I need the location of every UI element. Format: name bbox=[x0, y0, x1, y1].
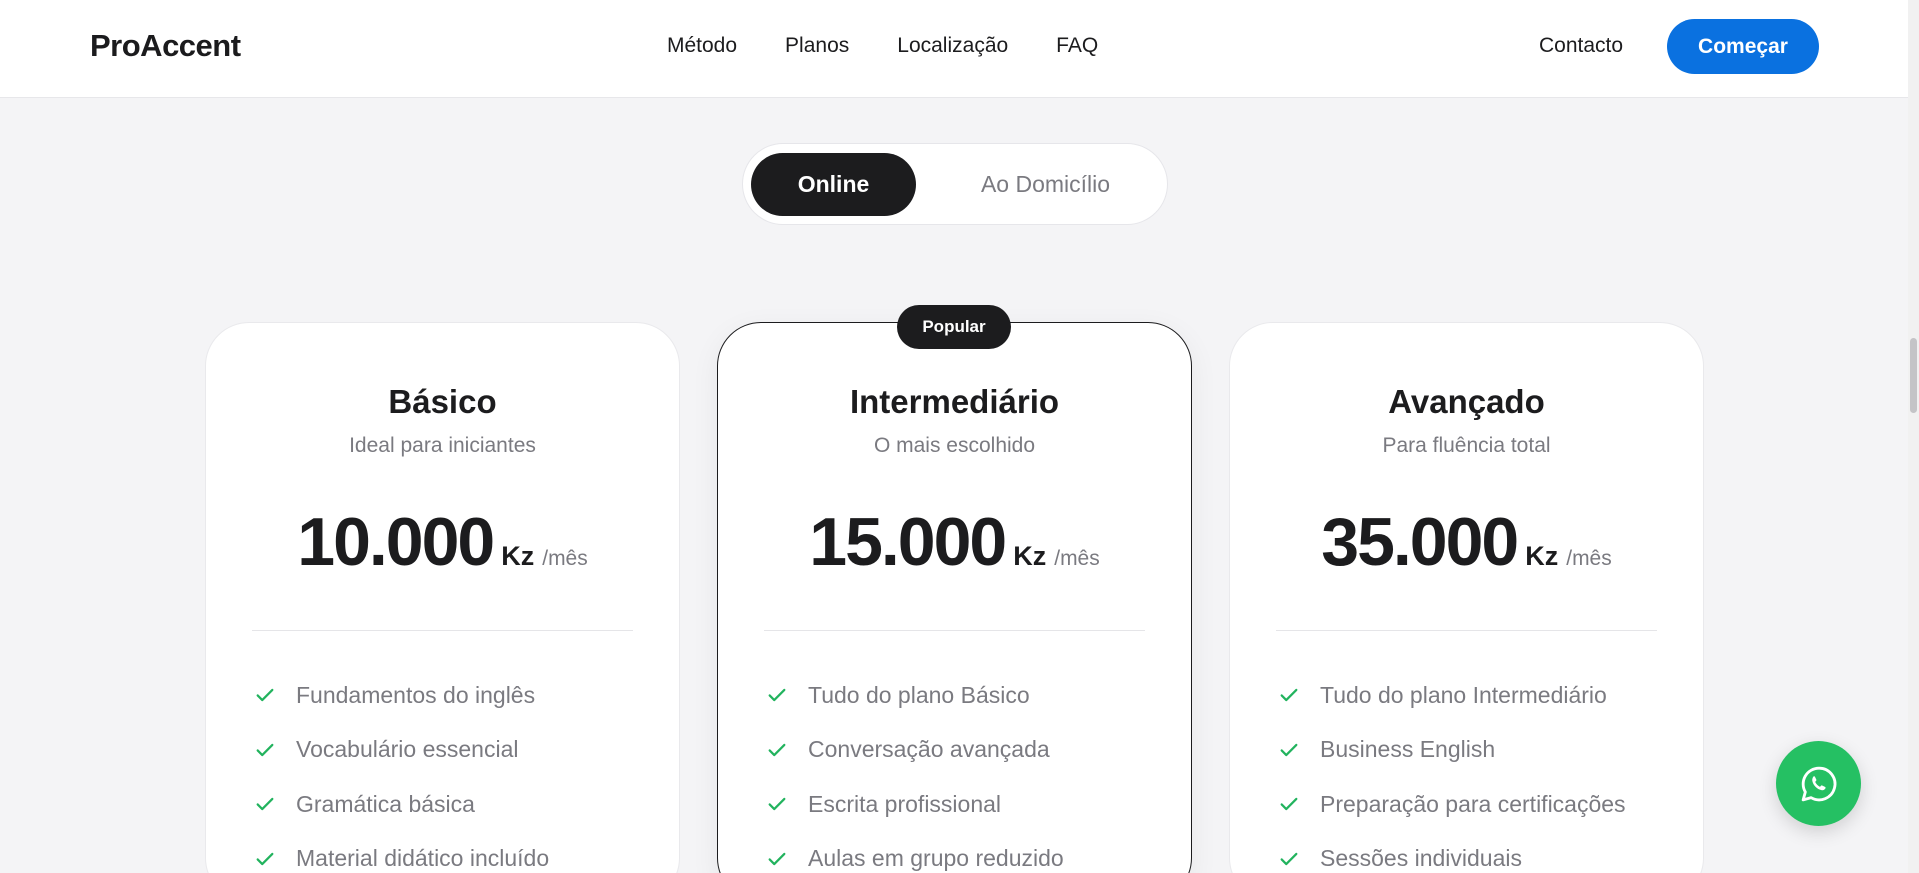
feature-label: Preparação para certificações bbox=[1320, 790, 1626, 817]
nav-link-localizacao[interactable]: Localização bbox=[897, 34, 1008, 58]
divider bbox=[252, 630, 633, 631]
toggle-option-online[interactable]: Online bbox=[751, 153, 916, 216]
feature-list: Fundamentos do inglês Vocabulário essenc… bbox=[254, 668, 649, 873]
price-amount: 15.000 bbox=[809, 504, 1007, 580]
feature-label: Aulas em grupo reduzido bbox=[808, 845, 1064, 872]
plan-title: Avançado bbox=[1388, 383, 1545, 420]
page-scrollbar[interactable] bbox=[1908, 0, 1919, 873]
feature-item: Business English bbox=[1278, 723, 1673, 778]
check-icon bbox=[768, 743, 786, 756]
plan-card-intermediate: Intermediário O mais escolhido 15.000 Kz… bbox=[717, 322, 1192, 873]
plan-subtitle: Para fluência total bbox=[1382, 434, 1551, 457]
feature-label: Vocabulário essencial bbox=[296, 736, 519, 763]
divider bbox=[1276, 630, 1657, 631]
check-icon bbox=[1280, 743, 1298, 756]
site-header: ProAccent Método Planos Localização FAQ … bbox=[0, 0, 1908, 98]
feature-item: Tudo do plano Intermediário bbox=[1278, 668, 1673, 723]
feature-label: Escrita profissional bbox=[808, 790, 1002, 817]
feature-label: Fundamentos do inglês bbox=[296, 681, 536, 708]
price-currency: Kz bbox=[1525, 541, 1559, 571]
feature-list: Tudo do plano Básico Conversação avançad… bbox=[766, 668, 1161, 873]
feature-label: Tudo do plano Intermediário bbox=[1320, 681, 1607, 708]
whatsapp-button[interactable] bbox=[1776, 741, 1861, 826]
price-period: /mês bbox=[1566, 547, 1612, 570]
check-icon bbox=[256, 852, 274, 865]
popular-badge: Popular bbox=[897, 305, 1011, 349]
plan-subtitle: Ideal para iniciantes bbox=[349, 434, 536, 457]
plan-title: Intermediário bbox=[849, 383, 1060, 420]
feature-item: Conversação avançada bbox=[766, 723, 1161, 778]
plan-title: Básico bbox=[388, 383, 497, 420]
nav-link-faq[interactable]: FAQ bbox=[1056, 34, 1098, 58]
plan-price: 15.000 Kz /mês bbox=[718, 503, 1191, 581]
plan-price: 10.000 Kz /mês bbox=[206, 503, 679, 581]
brand-logo[interactable]: ProAccent bbox=[90, 28, 241, 64]
feature-item: Gramática básica bbox=[254, 777, 649, 832]
check-icon bbox=[768, 689, 786, 702]
plan-card-basic: Básico Ideal para iniciantes 10.000 Kz /… bbox=[205, 322, 680, 873]
feature-label: Gramática básica bbox=[296, 790, 475, 817]
price-currency: Kz bbox=[501, 541, 535, 571]
feature-item: Escrita profissional bbox=[766, 777, 1161, 832]
divider bbox=[764, 630, 1145, 631]
feature-item: Material didático incluído bbox=[254, 832, 649, 873]
contact-link[interactable]: Contacto bbox=[1539, 34, 1623, 58]
feature-item: Sessões individuais bbox=[1278, 832, 1673, 873]
check-icon bbox=[256, 743, 274, 756]
plan-card-advanced: Avançado Para fluência total 35.000 Kz /… bbox=[1229, 322, 1704, 873]
feature-label: Business English bbox=[1320, 736, 1496, 763]
feature-item: Fundamentos do inglês bbox=[254, 668, 649, 723]
feature-label: Material didático incluído bbox=[296, 845, 550, 872]
delivery-mode-toggle: Online Ao Domicílio bbox=[742, 143, 1168, 225]
price-currency: Kz bbox=[1013, 541, 1047, 571]
price-amount: 35.000 bbox=[1321, 504, 1519, 580]
plan-price: 35.000 Kz /mês bbox=[1230, 503, 1703, 581]
nav-link-planos[interactable]: Planos bbox=[785, 34, 849, 58]
price-period: /mês bbox=[542, 547, 588, 570]
plan-subtitle: O mais escolhido bbox=[873, 434, 1036, 457]
feature-item: Tudo do plano Básico bbox=[766, 668, 1161, 723]
feature-item: Vocabulário essencial bbox=[254, 723, 649, 778]
price-period: /mês bbox=[1054, 547, 1100, 570]
feature-label: Tudo do plano Básico bbox=[808, 681, 1030, 708]
check-icon bbox=[768, 798, 786, 811]
feature-item: Aulas em grupo reduzido bbox=[766, 832, 1161, 873]
price-amount: 10.000 bbox=[297, 504, 495, 580]
check-icon bbox=[768, 852, 786, 865]
feature-label: Sessões individuais bbox=[1320, 845, 1523, 872]
start-button[interactable]: Começar bbox=[1667, 19, 1819, 74]
check-icon bbox=[256, 689, 274, 702]
feature-item: Preparação para certificações bbox=[1278, 777, 1673, 832]
whatsapp-icon bbox=[1801, 766, 1836, 801]
check-icon bbox=[1280, 798, 1298, 811]
feature-label: Conversação avançada bbox=[808, 736, 1050, 763]
nav-link-metodo[interactable]: Método bbox=[667, 34, 737, 58]
check-icon bbox=[1280, 852, 1298, 865]
toggle-option-home[interactable]: Ao Domicílio bbox=[933, 153, 1158, 216]
check-icon bbox=[256, 798, 274, 811]
main-nav: Método Planos Localização FAQ bbox=[667, 34, 1098, 58]
feature-list: Tudo do plano Intermediário Business Eng… bbox=[1278, 668, 1673, 873]
scrollbar-thumb[interactable] bbox=[1910, 338, 1917, 413]
check-icon bbox=[1280, 689, 1298, 702]
